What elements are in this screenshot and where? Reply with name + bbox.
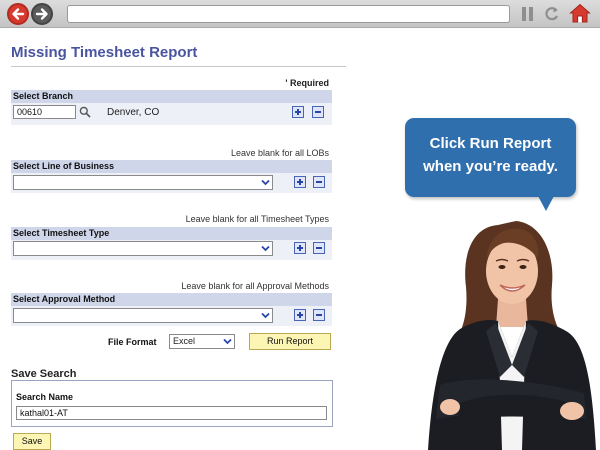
lob-hint: Leave blank for all LOBs [230, 148, 329, 158]
lob-section-header: Select Line of Business [11, 160, 332, 173]
required-note: ' Required [285, 78, 329, 88]
address-bar[interactable] [67, 5, 510, 23]
run-report-button[interactable]: Run Report [249, 333, 331, 350]
timesheet-type-select[interactable] [13, 241, 273, 256]
branch-code-input[interactable]: 00610 [13, 105, 76, 119]
approval-method-select[interactable] [13, 308, 273, 323]
chevron-down-icon [261, 245, 270, 252]
file-format-select[interactable]: Excel [169, 334, 235, 349]
approval-method-hint: Leave blank for all Approval Methods [181, 281, 329, 291]
save-button[interactable]: Save [13, 433, 51, 450]
timesheet-type-section-header: Select Timesheet Type [11, 227, 332, 240]
branch-name: Denver, CO [107, 107, 160, 118]
pause-icon[interactable] [522, 7, 534, 21]
back-button[interactable] [7, 3, 29, 25]
branch-add-button[interactable] [292, 106, 304, 118]
search-name-input[interactable]: kathal01-AT [16, 406, 327, 420]
lob-remove-button[interactable] [313, 176, 325, 188]
approval-method-section-header: Select Approval Method [11, 293, 332, 306]
browser-toolbar [0, 0, 600, 28]
approval-method-remove-button[interactable] [313, 309, 325, 321]
home-icon[interactable] [569, 3, 591, 23]
file-format-value: Excel [173, 336, 196, 346]
timesheet-type-add-button[interactable] [294, 242, 306, 254]
title-divider [11, 66, 346, 67]
chevron-down-icon [223, 338, 232, 345]
approval-method-add-button[interactable] [294, 309, 306, 321]
branch-remove-button[interactable] [312, 106, 324, 118]
chevron-down-icon [261, 312, 270, 319]
chevron-down-icon [261, 179, 270, 186]
page-title: Missing Timesheet Report [11, 44, 198, 61]
back-arrow-icon [12, 8, 25, 20]
refresh-icon[interactable] [544, 5, 560, 23]
search-icon[interactable] [79, 106, 91, 118]
timesheet-type-hint: Leave blank for all Timesheet Types [185, 214, 329, 224]
forward-arrow-icon [35, 8, 48, 20]
presenter-illustration [428, 221, 596, 450]
save-search-title: Save Search [11, 368, 77, 380]
search-name-label: Search Name [16, 392, 74, 402]
branch-section-header: Select Branch [11, 90, 332, 103]
forward-button[interactable] [31, 3, 53, 25]
callout-text: Click Run Report when you’re ready. [405, 132, 576, 178]
file-format-label: File Format [108, 337, 157, 347]
lob-add-button[interactable] [294, 176, 306, 188]
timesheet-type-remove-button[interactable] [313, 242, 325, 254]
callout-line-1: Click Run Report [429, 135, 552, 152]
lob-select[interactable] [13, 175, 273, 190]
callout-line-2: when you’re ready. [423, 158, 558, 175]
